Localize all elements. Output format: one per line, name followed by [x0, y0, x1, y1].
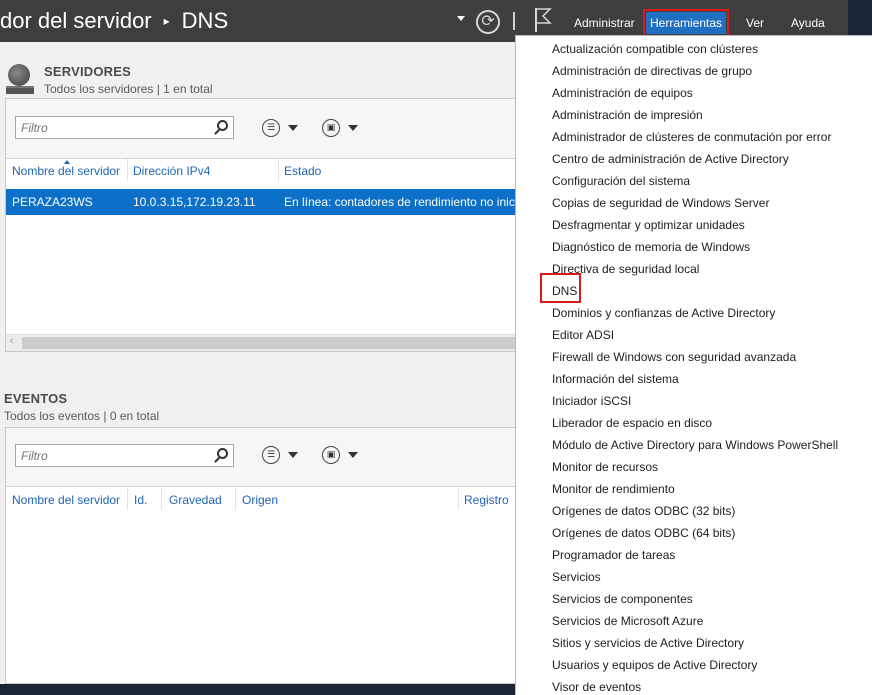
column-header-ipv4[interactable]: Dirección IPv4	[133, 164, 210, 178]
menu-item-ad-domains-trusts[interactable]: Dominios y confianzas de Active Director…	[552, 302, 775, 324]
servers-toolbar: ☰ ▣	[6, 99, 520, 159]
menu-item-memory-diagnostic[interactable]: Diagnóstico de memoria de Windows	[552, 236, 750, 258]
events-panel: ☰ ▣ Nombre del servidor Id. Gravedad Ori…	[5, 427, 520, 684]
dashboard-content: SERVIDORES Todos los servidores | 1 en t…	[0, 42, 520, 684]
menu-item-failover-cluster-manager[interactable]: Administrador de clústeres de conmutació…	[552, 126, 831, 148]
horizontal-scrollbar[interactable]: ‹	[6, 334, 520, 351]
menu-item-performance-monitor[interactable]: Monitor de rendimiento	[552, 478, 675, 500]
menu-item-disk-cleanup[interactable]: Liberador de espacio en disco	[552, 412, 712, 434]
breadcrumb: dor del servidor ▸ DNS	[0, 6, 228, 36]
tools-dropdown-menu: Actualización compatible con clústeres A…	[515, 35, 872, 695]
menu-manage[interactable]: Administrar	[570, 12, 639, 34]
events-section-subtitle: Todos los eventos | 0 en total	[4, 409, 160, 423]
dns-highlight-box	[540, 273, 581, 303]
save-query-icon[interactable]: ▣	[322, 446, 340, 464]
menu-item-event-viewer[interactable]: Visor de eventos	[552, 676, 641, 695]
menu-item-services[interactable]: Servicios	[552, 566, 601, 588]
menu-item-windows-firewall[interactable]: Firewall de Windows con seguridad avanza…	[552, 346, 796, 368]
events-filter-box[interactable]	[15, 444, 234, 467]
servers-section-subtitle: Todos los servidores | 1 en total	[44, 82, 213, 96]
menu-item-system-configuration[interactable]: Configuración del sistema	[552, 170, 690, 192]
menu-item-system-information[interactable]: Información del sistema	[552, 368, 679, 390]
menu-item-ad-administrative-center[interactable]: Centro de administración de Active Direc…	[552, 148, 789, 170]
servers-section-title: SERVIDORES	[44, 64, 132, 79]
menu-item-defragment-drives[interactable]: Desfragmentar y optimizar unidades	[552, 214, 745, 236]
taskbar-edge	[0, 684, 515, 695]
scroll-left-icon[interactable]: ‹	[10, 335, 14, 347]
column-header-server-name[interactable]: Nombre del servidor	[12, 164, 120, 178]
menu-item-odbc-64[interactable]: Orígenes de datos ODBC (64 bits)	[552, 522, 735, 544]
menu-item-iscsi-initiator[interactable]: Iniciador iSCSI	[552, 390, 631, 412]
column-divider[interactable]	[458, 488, 459, 510]
list-options-icon[interactable]: ☰	[262, 446, 280, 464]
table-row[interactable]: PERAZA23WS 10.0.3.15,172.19.23.11 En lín…	[6, 189, 520, 215]
events-toolbar: ☰ ▣	[6, 428, 520, 487]
servers-filter-input[interactable]	[16, 117, 206, 138]
list-options-icon[interactable]: ☰	[262, 119, 280, 137]
servers-rack-icon	[6, 86, 34, 94]
menu-item-ad-users-computers[interactable]: Usuarios y equipos de Active Directory	[552, 654, 757, 676]
menu-help[interactable]: Ayuda	[787, 12, 829, 34]
menu-item-ad-powershell-module[interactable]: Módulo de Active Directory para Windows …	[552, 434, 838, 456]
events-section-title: EVENTOS	[4, 391, 68, 406]
menu-item-print-management[interactable]: Administración de impresión	[552, 104, 703, 126]
save-query-icon[interactable]: ▣	[322, 119, 340, 137]
scrollbar-thumb[interactable]	[22, 337, 520, 349]
servers-filter-box[interactable]	[15, 116, 234, 139]
menu-item-group-policy-management[interactable]: Administración de directivas de grupo	[552, 60, 752, 82]
chevron-down-icon[interactable]	[288, 125, 298, 131]
column-divider[interactable]	[127, 488, 128, 510]
column-divider[interactable]	[161, 488, 162, 510]
column-divider[interactable]	[235, 488, 236, 510]
cell-ipv4: 10.0.3.15,172.19.23.11	[133, 195, 256, 209]
chevron-down-icon[interactable]	[348, 125, 358, 131]
menu-item-microsoft-azure-services[interactable]: Servicios de Microsoft Azure	[552, 610, 703, 632]
menu-item-computer-management[interactable]: Administración de equipos	[552, 82, 693, 104]
menu-item-component-services[interactable]: Servicios de componentes	[552, 588, 693, 610]
menu-item-ad-sites-services[interactable]: Sitios y servicios de Active Directory	[552, 632, 744, 654]
column-header-status[interactable]: Estado	[284, 164, 321, 178]
menu-view[interactable]: Ver	[742, 12, 768, 34]
cell-server-name: PERAZA23WS	[12, 195, 93, 209]
notifications-flag-icon[interactable]	[533, 7, 553, 33]
events-filter-input[interactable]	[16, 445, 206, 466]
chevron-down-icon[interactable]	[288, 452, 298, 458]
menu-tools[interactable]: Herramientas	[642, 9, 730, 37]
cell-status: En línea: contadores de rendimiento no i…	[284, 195, 515, 209]
menu-item-task-scheduler[interactable]: Programador de tareas	[552, 544, 675, 566]
column-header-log[interactable]: Registro	[464, 493, 509, 507]
column-header-server-name[interactable]: Nombre del servidor	[12, 493, 120, 507]
servers-globe-icon	[8, 64, 30, 86]
column-header-source[interactable]: Origen	[242, 493, 278, 507]
menu-item-resource-monitor[interactable]: Monitor de recursos	[552, 456, 658, 478]
breadcrumb-parent[interactable]: dor del servidor	[0, 8, 152, 34]
chevron-down-icon[interactable]	[348, 452, 358, 458]
breadcrumb-current: DNS	[181, 8, 229, 33]
menu-item-odbc-32[interactable]: Orígenes de datos ODBC (32 bits)	[552, 500, 735, 522]
column-divider[interactable]	[278, 159, 279, 181]
search-icon[interactable]	[217, 448, 228, 459]
menu-item-adsi-edit[interactable]: Editor ADSI	[552, 324, 614, 346]
history-dropdown-icon[interactable]	[457, 16, 465, 21]
breadcrumb-separator-icon: ▸	[163, 14, 170, 28]
menu-item-windows-server-backup[interactable]: Copias de seguridad de Windows Server	[552, 192, 769, 214]
column-header-id[interactable]: Id.	[134, 493, 147, 507]
search-icon[interactable]	[217, 120, 228, 131]
column-divider[interactable]	[127, 159, 128, 181]
refresh-icon[interactable]: ⟳	[476, 10, 500, 34]
column-header-severity[interactable]: Gravedad	[169, 493, 222, 507]
menu-item-cluster-aware-updating[interactable]: Actualización compatible con clústeres	[552, 38, 758, 60]
toolbar-divider	[513, 12, 515, 30]
servers-panel: ☰ ▣ Nombre del servidor Dirección IPv4 E…	[5, 98, 520, 352]
